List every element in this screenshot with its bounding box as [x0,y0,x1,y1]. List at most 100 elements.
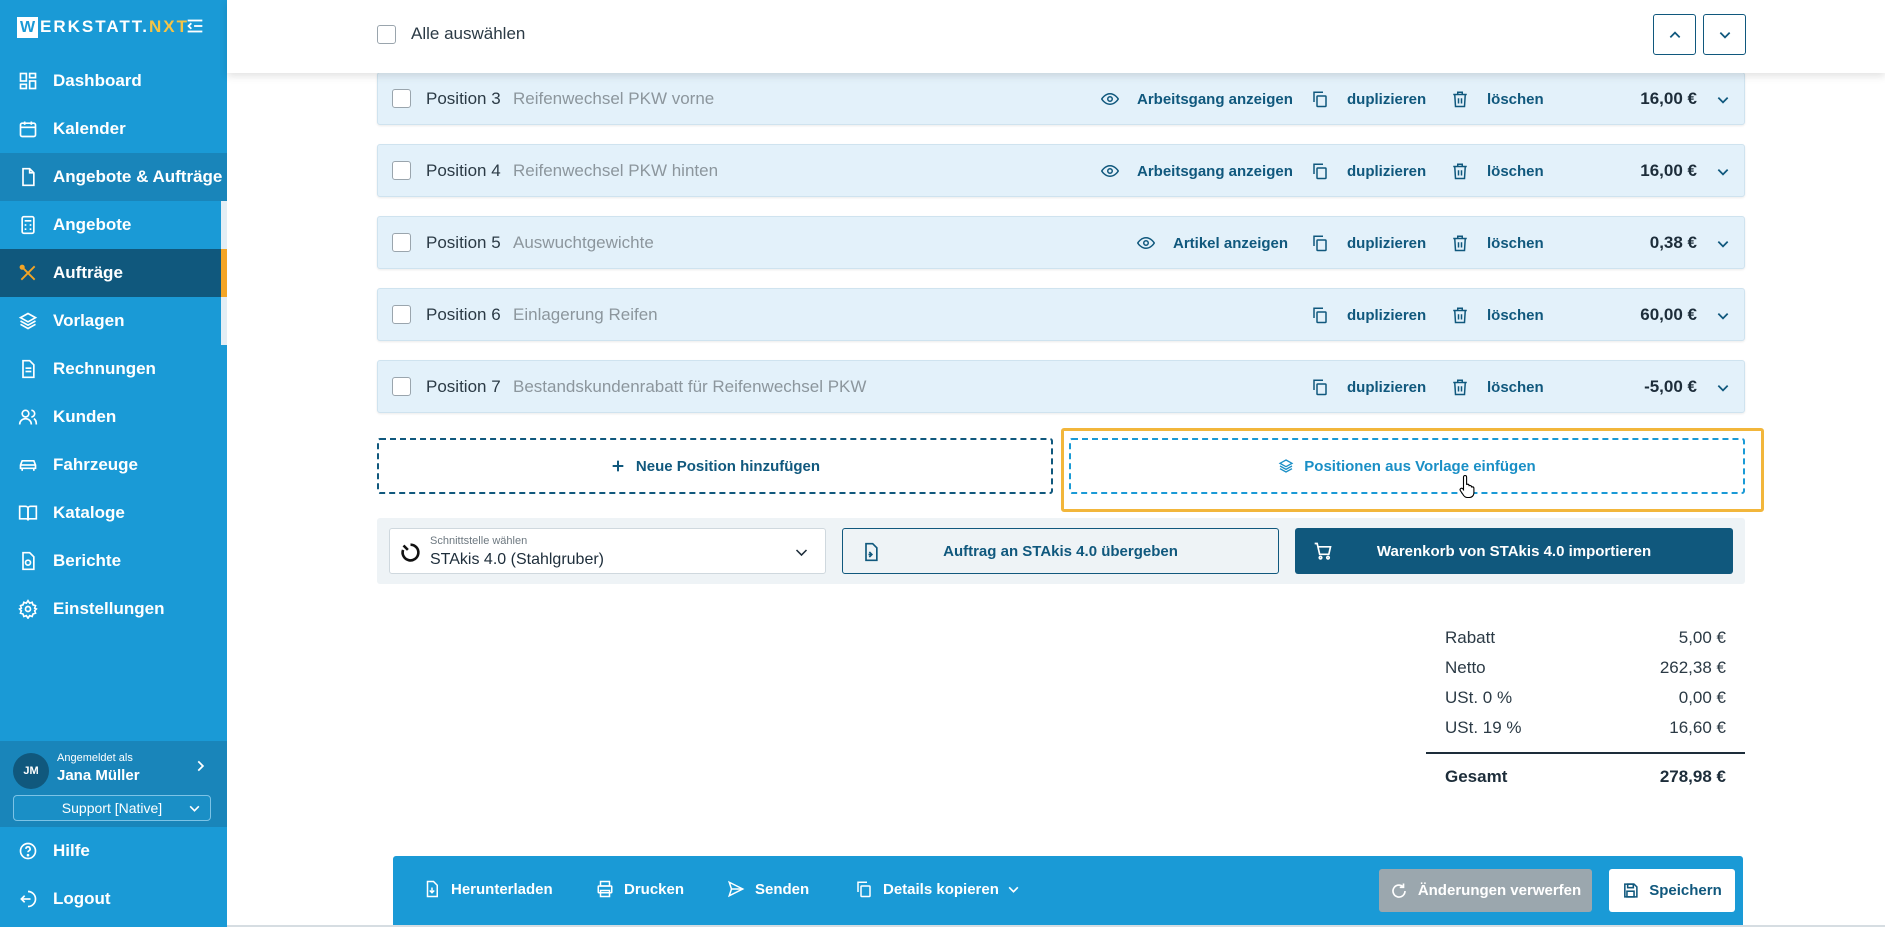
delete-button[interactable]: löschen [1451,306,1544,324]
brand-logo[interactable]: W ERKSTATT. NXT [17,15,189,39]
view-operation-button[interactable]: Arbeitsgang anzeigen [1101,90,1293,108]
position-row[interactable]: Position 4 Reifenwechsel PKW hinten Arbe… [377,144,1745,197]
chevron-down-icon[interactable] [1716,237,1730,251]
sidebar-item-rechnungen[interactable]: Rechnungen [0,345,227,393]
duplicate-button[interactable]: duplizieren [1311,90,1426,108]
calendar-icon [19,121,37,138]
sidebar-item-fahrzeuge[interactable]: Fahrzeuge [0,441,227,489]
move-up-button[interactable] [1653,14,1696,55]
chevron-down-icon [189,805,200,812]
totals-summary: Rabatt 5,00 € Netto 262,38 € USt. 0 % 0,… [1426,624,1745,794]
sidebar-item-einstellungen[interactable]: Einstellungen [0,585,227,633]
print-button[interactable]: Drucken [596,880,684,898]
view-operation-button[interactable]: Arbeitsgang anzeigen [1101,162,1293,180]
copy-icon [1313,235,1327,252]
import-cart-button[interactable]: Warenkorb von STAkis 4.0 importieren [1295,528,1733,574]
sidebar-item-berichte[interactable]: Berichte [0,537,227,585]
duplicate-button[interactable]: duplizieren [1311,378,1426,396]
add-position-button[interactable]: Neue Position hinzufügen [377,438,1053,494]
total-row-ust-0: USt. 0 % 0,00 € [1445,688,1726,707]
position-checkbox[interactable] [392,89,411,108]
send-icon [727,880,745,898]
duplicate-button[interactable]: duplizieren [1311,234,1426,252]
position-price: 60,00 € [1640,305,1697,324]
sidebar-item-kalender[interactable]: Kalender [0,105,227,153]
view-article-button[interactable]: Artikel anzeigen [1137,234,1288,252]
top-bar: Alle auswählen [227,0,1885,73]
delete-button[interactable]: löschen [1451,234,1544,252]
position-label: Position 5 [426,233,501,252]
position-price: 0,38 € [1649,233,1697,252]
sidebar-item-kunden[interactable]: Kunden [0,393,227,441]
collapse-sidebar-icon[interactable] [184,15,206,37]
total-row-rabatt: Rabatt 5,00 € [1445,628,1726,647]
position-checkbox[interactable] [392,233,411,252]
delete-button[interactable]: löschen [1451,378,1544,396]
position-description: Reifenwechsel PKW vorne [513,89,715,108]
duplicate-button[interactable]: duplizieren [1311,162,1426,180]
download-button[interactable]: Herunterladen [423,880,553,898]
position-label: Position 4 [426,161,501,180]
stakis-logo-icon [401,543,420,562]
chevron-right-icon[interactable] [193,759,207,773]
trash-icon [1453,91,1467,108]
discard-changes-button[interactable]: Änderungen verwerfen [1379,869,1592,912]
duplicate-button[interactable]: duplizieren [1311,306,1426,324]
sidebar-item-vorlagen[interactable]: Vorlagen [0,297,227,345]
hand-cursor-icon [1459,474,1475,498]
eye-icon [1137,236,1155,250]
sidebar-item-hilfe[interactable]: Hilfe [0,827,227,875]
user-name: Jana Müller [57,767,140,784]
transfer-order-button[interactable]: Auftrag an STAkis 4.0 übergeben [842,528,1279,574]
cart-icon [1314,542,1332,560]
position-row[interactable]: Position 7 Bestandskundenrabatt für Reif… [377,360,1745,413]
copy-details-dropdown[interactable]: Details kopieren [855,880,1020,898]
sidebar-nav: Dashboard Kalender Angebote & Aufträge A… [0,57,227,633]
layers-icon [18,312,38,330]
interface-select[interactable]: Schnittstelle wählen STAkis 4.0 (Stahlgr… [389,528,826,574]
position-checkbox[interactable] [392,161,411,180]
copy-icon [1313,379,1327,396]
trash-icon [1453,307,1467,324]
position-description: Einlagerung Reifen [513,305,658,324]
action-bar: Herunterladen Drucken Senden Details kop… [393,856,1743,927]
role-select[interactable]: Support [Native] [13,795,211,821]
chevron-down-icon[interactable] [1716,165,1730,179]
eye-icon [1101,92,1119,106]
chevron-down-icon [795,549,808,557]
car-icon [19,460,37,471]
chevron-down-icon[interactable] [1716,381,1730,395]
position-row[interactable]: Position 6 Einlagerung Reifen dupliziere… [377,288,1745,341]
insert-from-template-button[interactable]: Positionen aus Vorlage einfügen [1069,438,1745,494]
chevron-down-icon[interactable] [1716,93,1730,107]
position-checkbox[interactable] [392,377,411,396]
printer-icon [597,880,613,898]
sidebar-item-angebote-auftraege[interactable]: Angebote & Aufträge [0,153,227,201]
sidebar-item-angebote[interactable]: Angebote [0,201,227,249]
position-label: Position 6 [426,305,501,324]
sidebar-item-logout[interactable]: Logout [0,875,227,923]
position-row[interactable]: Position 3 Reifenwechsel PKW vorne Arbei… [377,72,1745,125]
user-panel[interactable]: JM Angemeldet als Jana Müller Support [N… [0,741,227,827]
move-down-button[interactable] [1703,14,1746,55]
logout-icon [20,890,37,908]
save-button[interactable]: Speichern [1609,869,1735,912]
position-description: Auswuchtgewichte [513,233,654,252]
position-row[interactable]: Position 5 Auswuchtgewichte Artikel anze… [377,216,1745,269]
interface-bar: Schnittstelle wählen STAkis 4.0 (Stahlgr… [377,518,1745,584]
position-description: Reifenwechsel PKW hinten [513,161,719,180]
sidebar-item-kataloge[interactable]: Kataloge [0,489,227,537]
select-all-checkbox[interactable] [377,24,396,44]
file-export-icon [865,542,878,562]
trash-icon [1453,379,1467,396]
position-description: Bestandskundenrabatt für Reifenwechsel P… [513,377,867,396]
chevron-down-icon[interactable] [1716,309,1730,323]
copy-icon [857,881,871,898]
position-checkbox[interactable] [392,305,411,324]
sidebar-item-auftraege[interactable]: Aufträge [0,249,227,297]
delete-button[interactable]: löschen [1451,90,1544,108]
select-all[interactable]: Alle auswählen [377,24,525,44]
send-button[interactable]: Senden [727,880,809,898]
sidebar-item-dashboard[interactable]: Dashboard [0,57,227,105]
delete-button[interactable]: löschen [1451,162,1544,180]
